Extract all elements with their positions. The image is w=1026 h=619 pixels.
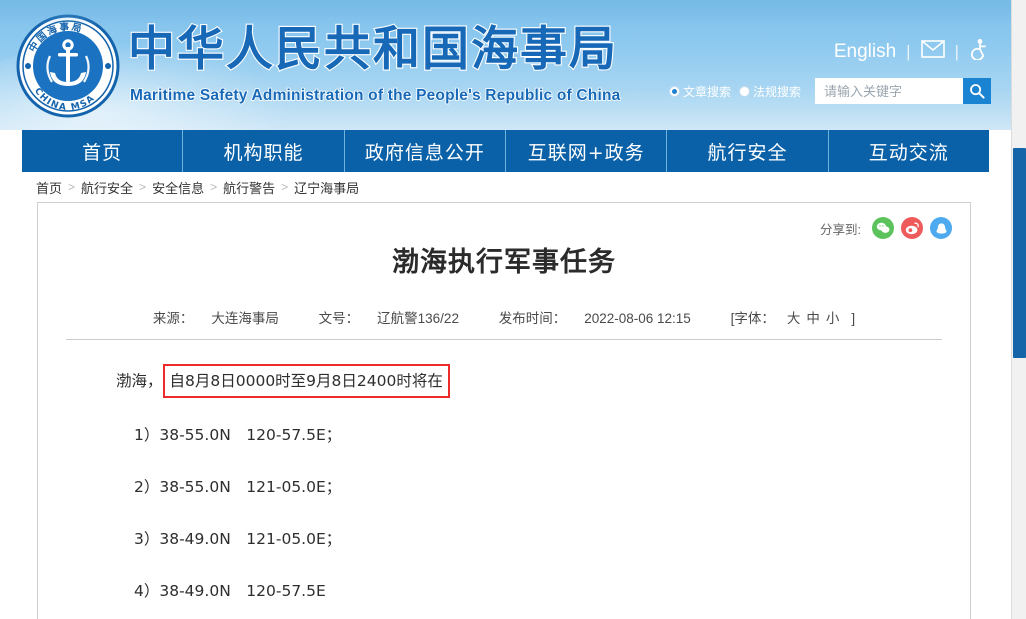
- search-box: [815, 78, 991, 104]
- site-subtitle: Maritime Safety Administration of the Pe…: [129, 86, 621, 105]
- meta-source-label: 来源：: [152, 311, 194, 326]
- header-search-row: 文章搜索 法规搜索: [668, 78, 991, 104]
- header-utility-row: English | |: [834, 38, 989, 65]
- breadcrumb-item-safety-info[interactable]: 安全信息: [152, 178, 204, 197]
- wechat-share-icon[interactable]: [872, 217, 894, 239]
- meta-time-label: 发布时间：: [498, 311, 567, 326]
- breadcrumb-arrow-icon: >: [281, 180, 289, 194]
- page-scrollbar[interactable]: [1011, 0, 1026, 619]
- utility-separator-2: |: [954, 41, 959, 61]
- meta-source-value: 大连海事局: [211, 311, 279, 326]
- nav-item-navigation-safety[interactable]: 航行安全: [667, 130, 829, 172]
- font-size-close: ]: [851, 311, 856, 326]
- body-coordinate-1: 1）38-55.0N 120-57.5E；: [134, 426, 342, 444]
- search-icon: [970, 84, 985, 99]
- font-size-controls: [字体： 大中小]: [722, 311, 865, 326]
- breadcrumb-arrow-icon: >: [139, 180, 147, 194]
- browser-viewport: 中国海事局 CHINA MSA 中华人民共和国海事局 Maritime Safe…: [0, 0, 1011, 619]
- body-coordinate-3: 3）38-49.0N 121-05.0E；: [134, 530, 342, 548]
- body-coordinate-4: 4）38-49.0N 120-57.5E: [134, 582, 326, 600]
- qzone-share-icon[interactable]: [930, 217, 952, 239]
- china-msa-emblem-icon: 中国海事局 CHINA MSA: [16, 14, 120, 118]
- radio-regulation-icon[interactable]: [738, 85, 750, 97]
- breadcrumb-arrow-icon: >: [210, 180, 218, 194]
- breadcrumb-arrow-icon: >: [68, 180, 76, 194]
- english-link[interactable]: English: [834, 41, 896, 63]
- font-size-large[interactable]: 大: [787, 311, 801, 326]
- meta-time: 发布时间： 2022-08-06 12:15: [490, 311, 700, 326]
- search-option-article[interactable]: 文章搜索: [668, 83, 731, 100]
- body-coordinate-2: 2）38-55.0N 121-05.0E；: [134, 478, 342, 496]
- breadcrumb: 首页 > 航行安全 > 安全信息 > 航行警告 > 辽宁海事局: [36, 172, 1011, 202]
- breadcrumb-item-home[interactable]: 首页: [36, 178, 62, 197]
- nav-item-home[interactable]: 首页: [22, 130, 184, 172]
- search-option-article-label: 文章搜索: [682, 84, 731, 99]
- meta-docnum: 文号： 辽航警136/22: [310, 311, 468, 326]
- nav-item-interaction[interactable]: 互动交流: [829, 130, 989, 172]
- nav-item-internet-gov[interactable]: 互联网+政务: [506, 130, 668, 172]
- meta-docnum-label: 文号：: [318, 311, 360, 326]
- accessibility-icon[interactable]: [969, 38, 989, 65]
- nav-item-functions[interactable]: 机构职能: [183, 130, 345, 172]
- site-title: 中华人民共和国海事局: [127, 21, 618, 78]
- scrollbar-up-arrow[interactable]: [1012, 0, 1026, 15]
- font-size-medium[interactable]: 中: [806, 311, 820, 326]
- nav-item-gov-info[interactable]: 政府信息公开: [345, 130, 506, 172]
- body-lead-prefix: 渤海，: [116, 372, 163, 390]
- meta-time-value: 2022-08-06 12:15: [584, 311, 691, 326]
- search-input[interactable]: [815, 78, 963, 104]
- font-size-open: [字体：: [730, 311, 775, 326]
- article-meta: 来源： 大连海事局 文号： 辽航警136/22 发布时间： 2022-08-06 12…: [38, 307, 970, 339]
- meta-docnum-value: 辽航警136/22: [377, 311, 459, 326]
- scrollbar-thumb[interactable]: [1013, 148, 1026, 358]
- search-button[interactable]: [963, 78, 991, 104]
- article-card: 分享到: 渤海执行军事任务 来源： 大连海事局 文号： 辽航警136/22 发布…: [37, 202, 971, 619]
- body-lead-highlight: 自8月8日0000时至9月8日2400时将在: [162, 364, 450, 398]
- utility-separator-1: |: [906, 41, 911, 61]
- article-body: 渤海， 自8月8日0000时至9月8日2400时将在 1）38-55.0N 120…: [38, 340, 970, 619]
- share-label: 分享到:: [820, 222, 861, 237]
- search-option-regulation[interactable]: 法规搜索: [738, 83, 801, 100]
- search-option-regulation-label: 法规搜索: [752, 84, 801, 99]
- breadcrumb-item-navigation-safety[interactable]: 航行安全: [81, 178, 133, 197]
- weibo-share-icon[interactable]: [901, 217, 923, 239]
- main-navigation: 首页 机构职能 政府信息公开 互联网+政务 航行安全 互动交流: [22, 130, 989, 172]
- meta-source: 来源： 大连海事局: [144, 311, 288, 326]
- breadcrumb-item-liaoning-msa[interactable]: 辽宁海事局: [294, 178, 359, 197]
- page-root: 中国海事局 CHINA MSA 中华人民共和国海事局 Maritime Safe…: [0, 0, 1026, 619]
- mail-icon[interactable]: [920, 40, 945, 63]
- font-size-small[interactable]: 小: [826, 311, 840, 326]
- breadcrumb-item-navigation-warning[interactable]: 航行警告: [223, 178, 275, 197]
- body-lead-paragraph: 渤海， 自8月8日0000时至9月8日2400时将在: [116, 364, 930, 398]
- share-bar: 分享到:: [820, 217, 952, 239]
- site-header: 中国海事局 CHINA MSA 中华人民共和国海事局 Maritime Safe…: [0, 0, 1011, 130]
- scrollbar-down-arrow[interactable]: [1012, 604, 1026, 619]
- radio-article-icon[interactable]: [668, 85, 680, 97]
